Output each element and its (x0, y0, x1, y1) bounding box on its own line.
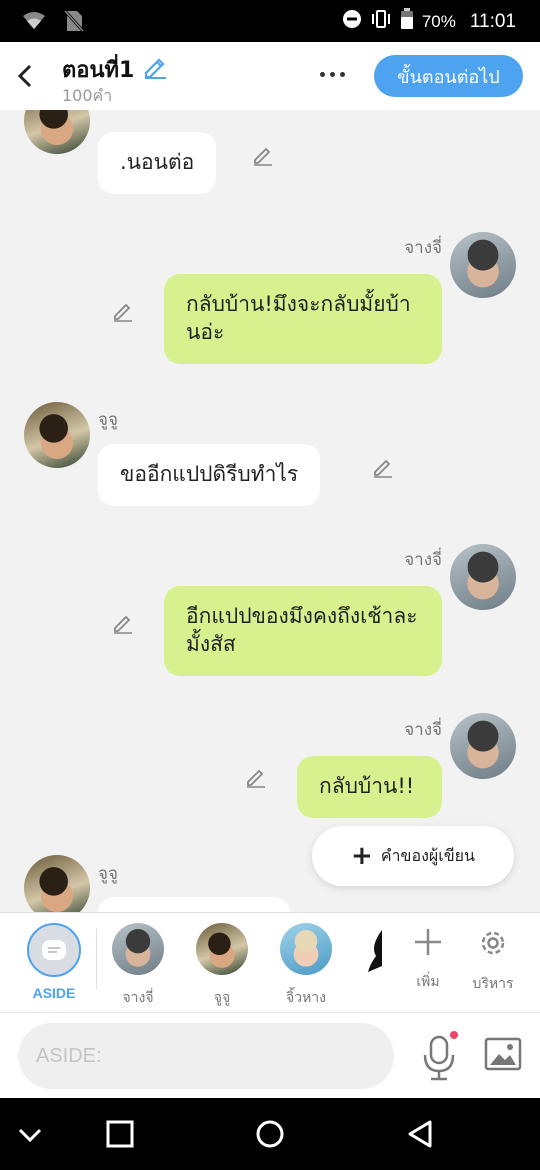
speaker-name: จางจี่ (404, 238, 442, 258)
tray-divider (96, 929, 97, 989)
chevron-left-icon (17, 64, 32, 88)
avatar-jangji[interactable] (450, 232, 516, 298)
speaker-name: จางจี่ (404, 720, 442, 740)
next-step-button[interactable]: ขั้นตอนต่อไป (374, 55, 523, 97)
edit-title-icon[interactable] (142, 53, 168, 79)
chat-area[interactable]: .นอนต่อ จางจี่ กลับบ้าน!มึงจะกลับมั้ยบ้า… (0, 110, 540, 912)
edit-message-icon[interactable] (112, 612, 134, 634)
episode-title: ตอนที่1 (62, 58, 135, 83)
no-sim-icon (63, 9, 85, 36)
microphone-icon (423, 1031, 458, 1081)
add-label: เพิ่ม (416, 974, 440, 990)
back-button[interactable] (12, 60, 40, 92)
character-tray: ASIDE จางจี่ จูจู จิ้วหาง เพิ่ม บริหาร (0, 912, 540, 1012)
message-bubble[interactable]: กลับบ้าน!มึงจะกลับมั้ยบ้านอ่ะ (164, 274, 442, 364)
chevron-down-icon[interactable] (14, 1118, 46, 1150)
character-jiuhang[interactable]: จิ้วหาง (271, 923, 341, 1009)
speaker-name: จางจี่ (404, 550, 442, 570)
home-icon[interactable] (254, 1118, 286, 1150)
aside-icon (27, 923, 81, 977)
character-name: จางจี่ (122, 990, 154, 1006)
avatar-jangji[interactable] (450, 544, 516, 610)
character-juju[interactable]: จูจู (187, 923, 257, 1009)
aside-input[interactable] (18, 1023, 394, 1089)
navigation-bar (0, 1098, 540, 1170)
manage-button[interactable]: บริหาร (463, 927, 523, 995)
author-note-button[interactable]: + คำของผู้เขียน (312, 826, 514, 886)
battery-icon (400, 8, 414, 35)
avatar-juju[interactable] (24, 110, 90, 154)
image-icon (484, 1037, 522, 1071)
status-bar: 70% 11:01 (0, 0, 540, 42)
avatar-jangji[interactable] (450, 713, 516, 779)
avatar-juju[interactable] (24, 855, 90, 912)
speaker-name: จูจู (98, 864, 118, 884)
edit-message-icon[interactable] (372, 456, 394, 478)
clock: 11:01 (469, 10, 516, 32)
plus-icon: + (351, 841, 373, 871)
input-bar (0, 1012, 540, 1098)
message-bubble[interactable] (98, 897, 290, 912)
top-bar: ตอนที่1 100คำ ขั้นตอนต่อไป (0, 42, 540, 110)
message-bubble[interactable]: ขออีกแปปดิรีบทำไร (98, 444, 321, 506)
microphone-button[interactable] (418, 1031, 460, 1081)
plus-icon (415, 929, 441, 955)
avatar (280, 923, 332, 975)
edit-message-icon[interactable] (252, 144, 274, 166)
edit-message-icon[interactable] (112, 300, 134, 322)
avatar (196, 923, 248, 975)
message-bubble[interactable]: .นอนต่อ (98, 132, 217, 194)
character-name: จิ้วหาง (286, 990, 326, 1006)
speaker-name: จูจู (98, 410, 118, 430)
back-nav-icon[interactable] (404, 1118, 436, 1150)
character-jangji[interactable]: จางจี่ (103, 923, 173, 1009)
character-name: จูจู (213, 990, 231, 1006)
do-not-disturb-icon (342, 9, 362, 34)
message-bubble[interactable]: อีกแปปของมึงคงถึงเช้าละมั้งสัส (164, 586, 442, 676)
recent-apps-icon[interactable] (104, 1118, 136, 1150)
wifi-icon (22, 11, 46, 35)
avatar-juju[interactable] (24, 402, 90, 468)
manage-label: บริหาร (472, 976, 514, 992)
vibrate-icon (370, 9, 392, 34)
gear-icon (481, 931, 505, 955)
author-note-label: คำของผู้เขียน (380, 845, 475, 865)
aside-label: ASIDE (32, 985, 76, 1001)
avatar (112, 923, 164, 975)
message-bubble[interactable]: กลับบ้าน!! (297, 756, 442, 818)
add-character-button[interactable]: เพิ่ม (398, 927, 458, 993)
image-button[interactable] (484, 1035, 522, 1073)
word-count: 100คำ (62, 86, 113, 105)
aside-button[interactable]: ASIDE (19, 923, 89, 1001)
partial-character-avatar (368, 926, 384, 974)
edit-message-icon[interactable] (245, 766, 267, 788)
more-options-icon[interactable] (320, 72, 345, 77)
battery-percent: 70% (421, 11, 456, 31)
